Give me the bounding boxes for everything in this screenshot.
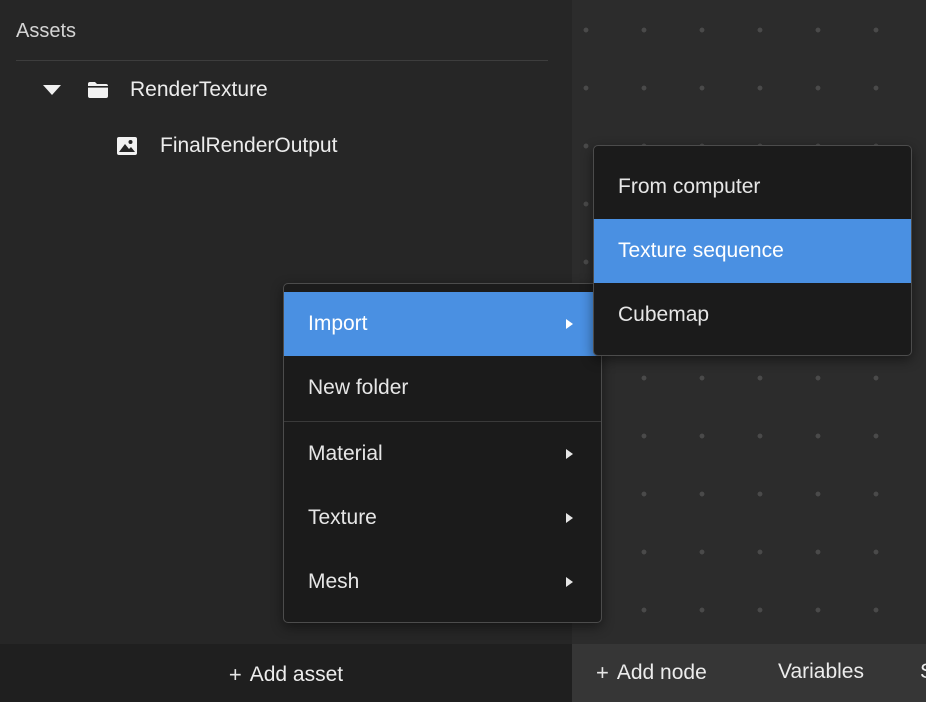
canvas-toolbar: + Add node Variables S [572,644,926,702]
menu-item-material[interactable]: Material [284,422,601,486]
menu-item-import[interactable]: Import [284,292,601,356]
assets-divider [16,60,548,61]
add-asset-label: Add asset [249,663,344,686]
menu-item-label: Texture sequence [618,239,784,262]
assets-panel-title: Assets [16,20,77,42]
menu-item-cubemap[interactable]: Cubemap [594,283,911,347]
tree-item-label: FinalRenderOutput [160,134,338,157]
plus-icon: + [596,660,609,685]
menu-item-from-computer[interactable]: From computer [594,155,911,219]
folder-icon [87,81,109,99]
menu-item-label: Import [308,312,368,335]
image-icon [116,136,138,156]
menu-item-label: New folder [308,376,409,399]
caret-down-icon[interactable] [43,85,61,95]
plus-icon: + [228,662,242,687]
menu-item-label: From computer [618,175,761,198]
menu-item-label: Texture [308,506,377,529]
menu-item-texture[interactable]: Texture [284,486,601,550]
menu-item-label: Material [308,442,383,465]
tree-item-finalrenderoutput[interactable]: FinalRenderOutput [116,130,337,162]
menu-item-label: Mesh [308,570,360,593]
variables-button[interactable]: Variables [778,660,864,684]
menu-item-texture-sequence[interactable]: Texture sequence [594,219,911,283]
menu-item-new-folder[interactable]: New folder [284,356,601,420]
menu-item-label: Cubemap [618,303,710,326]
chevron-right-icon [566,319,573,329]
assets-bottom-bar: + Add asset [0,644,572,702]
tree-item-rendertexture[interactable]: RenderTexture [40,74,268,106]
add-node-label: Add node [616,661,707,684]
toolbar-item-truncated[interactable]: S [920,660,926,684]
menu-item-mesh[interactable]: Mesh [284,550,601,614]
chevron-right-icon [566,513,573,523]
add-node-button[interactable]: + Add node [596,660,707,686]
import-submenu: From computer Texture sequence Cubemap [593,145,912,356]
context-menu: Import New folder Material Texture Mesh [283,283,602,623]
tree-item-label: RenderTexture [130,78,268,101]
chevron-right-icon [566,449,573,459]
chevron-right-icon [566,577,573,587]
add-asset-button[interactable]: + Add asset [229,662,343,688]
